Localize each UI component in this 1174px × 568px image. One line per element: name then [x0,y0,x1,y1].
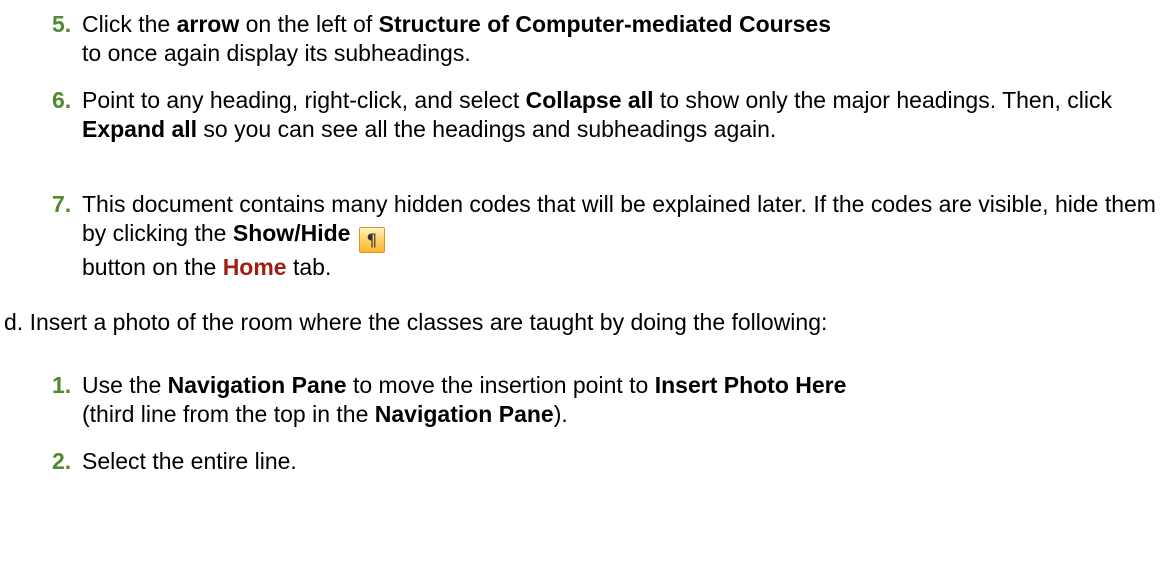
step-5: 5. Click the arrow on the left of Struct… [52,10,1162,68]
step-number: 7. [52,191,72,217]
step-number: 2. [52,448,72,474]
step-text: Select the entire line. [82,448,297,474]
step-6: 6. Point to any heading, right-click, an… [52,86,1162,144]
pilcrow-icon: ¶ [358,227,385,253]
step-text: Point to any heading, right-click, and s… [82,87,1113,142]
home-tab-term: Home [222,254,287,280]
step-7: 7. This document contains many hidden co… [52,190,1162,282]
step-2: 2. Select the entire line. [52,447,1162,476]
collapse-all-term: Collapse all [525,87,654,113]
navigation-pane-term: Navigation Pane [167,372,347,398]
step-text: Use the Navigation Pane to move the inse… [82,372,847,427]
navigation-pane-term: Navigation Pane [374,401,554,427]
show-hide-term: Show/Hide [232,220,351,246]
step-1: 1. Use the Navigation Pane to move the i… [52,371,1162,429]
step-text: This document contains many hidden codes… [82,191,1156,280]
substep-d: d. Insert a photo of the room where the … [4,309,828,335]
step-number: 1. [52,372,72,398]
instruction-page: 5. Click the arrow on the left of Struct… [0,0,1174,568]
step-number: 6. [52,87,72,113]
step-text: Click the arrow on the left of Structure… [82,11,832,66]
arrow-term: arrow [176,11,240,37]
insert-photo-term: Insert Photo Here [654,372,847,398]
expand-all-term: Expand all [82,116,198,142]
heading-name: Structure of Computer-mediated Courses [378,11,832,37]
step-number: 5. [52,11,72,37]
